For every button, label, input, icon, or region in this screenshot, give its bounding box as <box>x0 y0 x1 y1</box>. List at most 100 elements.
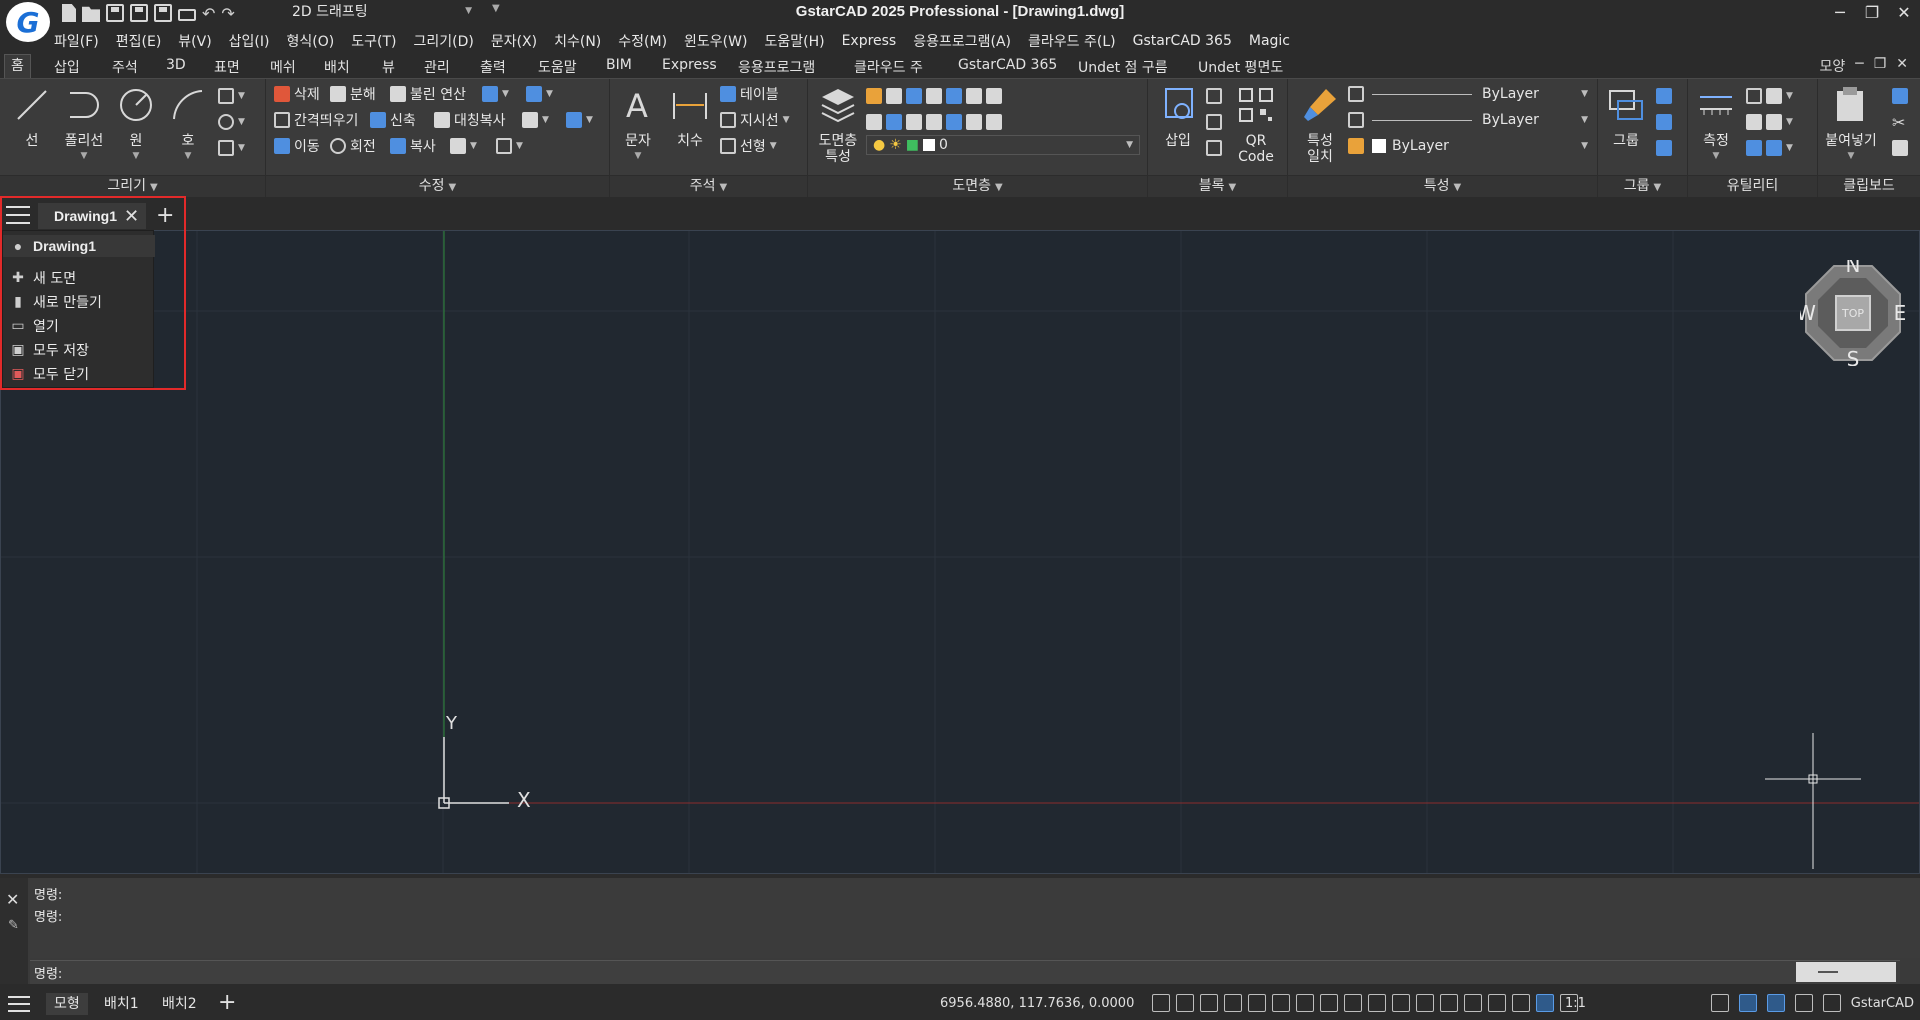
menu-edit[interactable]: 편집(E) <box>116 31 171 51</box>
arc-button[interactable]: 호 ▼ <box>162 85 214 161</box>
dropdown-close-all[interactable]: ▣ 모두 닫기 <box>3 363 155 385</box>
infer-icon[interactable] <box>1200 994 1218 1012</box>
boolean-button[interactable]: 불린 연산 <box>390 83 466 105</box>
polyline-button[interactable]: 폴리선 ▼ <box>58 85 110 161</box>
menu-window[interactable]: 윈도우(W) <box>684 31 756 51</box>
layer-off-icon[interactable] <box>906 88 922 104</box>
menu-express[interactable]: Express <box>842 33 906 49</box>
layer-freeze-icon[interactable] <box>926 88 942 104</box>
layer-unisolate-icon[interactable] <box>886 114 902 130</box>
menu-format[interactable]: 형식(O) <box>287 31 344 51</box>
menu-applications[interactable]: 응용프로그램(A) <box>913 31 1020 51</box>
panel-annotation-title[interactable]: 주석 ▼ <box>610 175 807 197</box>
command-scrollbar[interactable] <box>1796 962 1896 982</box>
panel-group-title[interactable]: 그룹 ▼ <box>1598 175 1687 197</box>
quick-calc-button[interactable]: ▼ <box>1746 111 1793 133</box>
chevron-down-icon[interactable]: ▼ <box>612 151 664 161</box>
menu-cloud[interactable]: 클라우드 주(L) <box>1028 31 1125 51</box>
cut-button[interactable]: ✂ <box>1892 111 1905 133</box>
rectangle-button[interactable]: ▼ <box>218 137 245 159</box>
qr-code-button[interactable]: QR Code <box>1230 85 1282 165</box>
tab-bim[interactable]: BIM <box>606 57 632 73</box>
menu-draw[interactable]: 그리기(D) <box>413 31 482 51</box>
move-button[interactable]: 이동 <box>274 135 320 157</box>
close-tab-icon[interactable]: ✕ <box>124 206 139 227</box>
print-icon[interactable] <box>178 9 196 21</box>
compass-east[interactable]: E <box>1894 301 1906 325</box>
group-edit-button[interactable] <box>1656 111 1672 133</box>
tab-express[interactable]: Express <box>662 57 717 73</box>
tab-undet-point-cloud[interactable]: Undet 점 구름 <box>1078 57 1168 77</box>
menu-tools[interactable]: 도구(T) <box>351 31 405 51</box>
offset-button[interactable]: 간격띄우기 <box>274 109 358 131</box>
angle-button[interactable]: ▼ <box>1746 85 1793 107</box>
compass-south[interactable]: S <box>1847 347 1860 366</box>
copy-base-button[interactable] <box>1892 137 1908 159</box>
line-button[interactable]: 선 <box>6 85 58 149</box>
tab-manage[interactable]: 관리 <box>424 57 450 77</box>
save-icon[interactable] <box>106 4 124 22</box>
grid-icon[interactable] <box>1176 994 1194 1012</box>
tab-surface[interactable]: 표면 <box>214 57 240 77</box>
dropdown-save-all[interactable]: ▣ 모두 저장 <box>3 339 155 361</box>
hamburger-menu-icon[interactable] <box>6 206 30 224</box>
tab-output[interactable]: 출력 <box>480 57 506 77</box>
panel-block-title[interactable]: 블록 ▼ <box>1148 175 1287 197</box>
copy-button[interactable]: 복사 <box>390 135 436 157</box>
panel-properties-title[interactable]: 특성 ▼ <box>1288 175 1597 197</box>
insert-block-button[interactable]: 삽입 <box>1152 85 1204 149</box>
block-create-button[interactable] <box>1206 111 1222 133</box>
group-select-button[interactable] <box>1656 137 1672 159</box>
tab-mesh[interactable]: 메쉬 <box>270 57 296 77</box>
minimize-button[interactable]: ─ <box>1824 0 1856 24</box>
match-properties-button[interactable]: 특성 일치 <box>1294 85 1346 165</box>
location-pin-icon[interactable] <box>1766 994 1785 1012</box>
new-file-icon[interactable] <box>62 4 76 22</box>
menu-view[interactable]: 뷰(V) <box>178 31 220 51</box>
layer-thaw-icon[interactable] <box>926 114 942 130</box>
object-track-icon[interactable] <box>1296 994 1314 1012</box>
text-button[interactable]: A 문자 ▼ <box>612 85 664 161</box>
chevron-down-icon[interactable]: ▼ <box>110 151 162 161</box>
stretch-button[interactable]: 신축 <box>370 109 416 131</box>
tab-annotate[interactable]: 주석 <box>112 57 138 77</box>
chevron-down-icon[interactable]: ▼ <box>58 151 110 161</box>
layer-icon[interactable] <box>1488 994 1506 1012</box>
panel-utilities-title[interactable]: 유틸리티 <box>1688 175 1817 197</box>
block-editor-button[interactable] <box>1206 85 1222 107</box>
isodraft-icon[interactable] <box>1272 994 1290 1012</box>
linear-button[interactable]: 선형 ▼ <box>720 135 777 157</box>
paste-button[interactable]: 붙여넣기 ▼ <box>1814 85 1888 161</box>
tab-undet-floor-plan[interactable]: Undet 평면도 <box>1198 57 1283 77</box>
ribbon-minimize-icon[interactable]: ─ <box>1855 56 1863 76</box>
menu-help[interactable]: 도움말(H) <box>764 31 833 51</box>
tab-model[interactable]: 모형 <box>46 993 88 1015</box>
layer-merge-icon[interactable] <box>966 114 982 130</box>
array-button[interactable]: ▼ <box>482 83 509 105</box>
annotation-scale[interactable]: 1:1 <box>1565 996 1586 1011</box>
ucs-button[interactable]: ▼ <box>1746 137 1793 159</box>
lock-icon[interactable] <box>1738 994 1757 1012</box>
layer-properties-button[interactable]: 도면층 특성 <box>812 85 864 165</box>
erase-button[interactable]: 삭제 <box>274 83 320 105</box>
layer-isolate-icon[interactable] <box>886 88 902 104</box>
tab-help[interactable]: 도움말 <box>538 57 577 77</box>
layer-on-icon[interactable] <box>906 114 922 130</box>
color-select[interactable]: ByLayer ▼ <box>1348 83 1588 105</box>
align-button[interactable]: ▼ <box>526 83 553 105</box>
hatch-button[interactable]: ▼ <box>218 85 245 107</box>
dynamic-ucs-icon[interactable] <box>1368 994 1386 1012</box>
model-space-icon[interactable] <box>1536 994 1554 1012</box>
isolate-objects-icon[interactable] <box>1794 994 1813 1012</box>
tab-3d[interactable]: 3D <box>166 57 186 73</box>
dropdown-new-drawing[interactable]: ✚ 새 도면 <box>3 267 155 289</box>
layer-lock-icon[interactable] <box>946 88 962 104</box>
panel-draw-title[interactable]: 그리기 ▼ <box>0 175 265 197</box>
new-tab-plus-icon[interactable]: + <box>156 203 174 228</box>
redo-icon[interactable]: ↷ <box>221 4 234 23</box>
dropdown-new[interactable]: ▮ 새로 만들기 <box>3 291 155 313</box>
copy-clip-button[interactable] <box>1892 85 1908 107</box>
tab-layout[interactable]: 배치 <box>324 57 350 77</box>
restore-button[interactable]: ❐ <box>1856 0 1888 24</box>
save-all-icon[interactable] <box>154 4 172 22</box>
